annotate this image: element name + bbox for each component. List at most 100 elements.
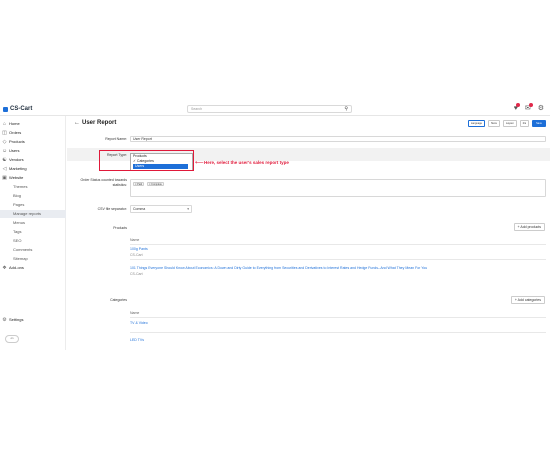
puzzle-icon: ❖: [2, 265, 7, 271]
monitor-icon: ▣: [2, 175, 7, 181]
sidebar: ⌂ Home ◫ Orders ◇ Products ☺ Users ☯ Vendors …: [0, 116, 66, 350]
sidebar-item-blog[interactable]: Blog: [0, 192, 66, 200]
chip-label: Complete: [151, 183, 162, 186]
sidebar-item-label: Marketing: [9, 166, 27, 171]
sidebar-item-label: Manage reports: [13, 211, 42, 216]
sidebar-toggle[interactable]: on: [5, 335, 19, 343]
home-icon: ⌂: [2, 121, 7, 127]
sidebar-item-products[interactable]: ◇ Products: [0, 138, 66, 146]
categories-section-label: Categories: [110, 298, 127, 302]
divider: [130, 332, 546, 333]
chip-label: Paid: [137, 183, 143, 186]
sidebar-item-label: Orders: [9, 130, 22, 135]
save-button[interactable]: Save: [532, 120, 546, 127]
main-content: ← User Report Language Store Layout ⚙▾ S…: [67, 116, 550, 350]
store-button[interactable]: Store: [488, 120, 500, 127]
add-categories-button[interactable]: + Add categories: [510, 296, 545, 304]
notifications-icon[interactable]: ♥: [514, 103, 520, 114]
sidebar-item-menus[interactable]: Menus: [0, 219, 66, 227]
sidebar-item-users[interactable]: ☺ Users: [0, 147, 66, 155]
tag-icon: ◇: [2, 139, 7, 145]
sidebar-item-orders[interactable]: ◫ Orders: [0, 129, 66, 137]
divider: [130, 317, 546, 318]
sidebar-item-label: Vendors: [9, 157, 24, 162]
logo-icon: [3, 106, 8, 112]
sidebar-item-website[interactable]: ▣ Website: [0, 174, 66, 182]
vendors-icon: ☯: [2, 157, 7, 163]
settings-dropdown-button[interactable]: ⚙▾: [519, 120, 529, 127]
sidebar-item-label: Pages: [13, 202, 25, 207]
status-chip-paid[interactable]: × Paid: [133, 182, 145, 186]
sidebar-item-seo[interactable]: SEO: [0, 237, 66, 245]
sidebar-item-sitemap[interactable]: Sitemap: [0, 255, 66, 263]
divider: [130, 244, 546, 245]
report-name-input[interactable]: User Report: [130, 136, 546, 142]
product-vendor: CS-Cart: [130, 272, 143, 276]
sidebar-item-label: Sitemap: [13, 256, 28, 261]
app-window: CS-Cart Search ⚲ ♥ ✉ ⚙ ⌂ Home ◫ Orders ◇ Pr…: [0, 103, 550, 350]
order-status-label: Order Status counted towards statistics:: [80, 178, 128, 187]
logo[interactable]: CS-Cart: [3, 106, 32, 112]
messages-icon[interactable]: ✉: [525, 103, 533, 114]
page-header: ← User Report Language Store Layout ⚙▾ S…: [67, 116, 550, 133]
logo-text: CS-Cart: [10, 106, 33, 112]
category-link[interactable]: LED TVs: [130, 338, 144, 342]
annotation-text: Here, select the user's sales report typ…: [204, 160, 289, 165]
notification-badge: [515, 103, 520, 107]
search-placeholder: Search: [191, 107, 203, 111]
sidebar-item-label: Themes: [13, 184, 28, 189]
layout-button[interactable]: Layout: [502, 120, 517, 127]
sidebar-item-marketing[interactable]: ◁ Marketing: [0, 165, 66, 173]
sidebar-item-label: Home: [9, 121, 20, 126]
report-name-value: User Report: [133, 137, 152, 141]
product-vendor: CS-Cart: [130, 253, 143, 257]
sidebar-item-settings[interactable]: ⚙ Settings: [0, 316, 66, 324]
user-icon: ☺: [1, 148, 8, 154]
back-arrow-icon[interactable]: ←: [74, 120, 80, 126]
megaphone-icon: ◁: [2, 166, 7, 172]
add-products-button[interactable]: + Add products: [513, 223, 545, 231]
avatar[interactable]: ⚙: [538, 104, 544, 114]
categories-column-name: Name: [130, 311, 140, 315]
products-section-label: Products: [113, 226, 127, 230]
sidebar-item-add-ons[interactable]: ❖ Add-ons: [0, 264, 66, 272]
sidebar-item-label: Settings: [9, 317, 24, 322]
sidebar-item-pages[interactable]: Pages: [0, 201, 66, 209]
csv-separator-value: Comma: [133, 207, 146, 211]
sidebar-item-vendors[interactable]: ☯ Vendors: [0, 156, 66, 164]
orders-icon: ◫: [2, 130, 7, 136]
sidebar-item-themes[interactable]: Themes: [0, 183, 66, 191]
csv-separator-select[interactable]: Comma ▾: [130, 205, 192, 213]
sidebar-item-label: Website: [9, 175, 24, 180]
search-icon[interactable]: ⚲: [344, 106, 348, 113]
gear-icon: ⚙: [2, 317, 7, 323]
search-input[interactable]: Search ⚲: [187, 105, 352, 113]
sidebar-item-label: Add-ons: [9, 265, 24, 270]
message-badge: [528, 103, 533, 107]
report-name-label: Report Name:: [105, 137, 127, 141]
sidebar-toggle-label: on: [10, 337, 14, 340]
sidebar-item-label: Menus: [13, 220, 26, 225]
category-link[interactable]: TV & Video: [130, 321, 148, 325]
header-buttons: Language Store Layout ⚙▾ Save: [467, 120, 546, 127]
sidebar-item-home[interactable]: ⌂ Home: [0, 120, 66, 128]
csv-separator-label: CSV file separator:: [97, 207, 127, 211]
annotation-arrow-icon: ⟵: [195, 160, 204, 166]
page-title: User Report: [82, 120, 117, 126]
top-bar: CS-Cart Search ⚲ ♥ ✉ ⚙: [0, 103, 550, 116]
sidebar-item-comments[interactable]: Comments: [0, 246, 66, 254]
sidebar-item-label: Users: [9, 148, 20, 153]
language-button[interactable]: Language: [467, 120, 485, 127]
sidebar-item-tags[interactable]: Tags: [0, 228, 66, 236]
status-chip-complete[interactable]: × Complete: [147, 182, 164, 186]
product-link[interactable]: 100g Pants: [130, 247, 148, 251]
sidebar-item-label: Tags: [13, 229, 22, 234]
order-status-input[interactable]: × Paid × Complete: [130, 179, 546, 197]
sidebar-item-label: Blog: [13, 193, 22, 198]
annotation-highlight-box: [99, 150, 194, 171]
top-icons: ♥ ✉ ⚙: [514, 103, 544, 114]
product-link[interactable]: 101 Things Everyone Should Know About Ec…: [130, 266, 427, 270]
divider: [130, 259, 546, 260]
sidebar-item-label: Products: [9, 139, 25, 144]
sidebar-item-manage-reports[interactable]: Manage reports: [0, 210, 66, 218]
